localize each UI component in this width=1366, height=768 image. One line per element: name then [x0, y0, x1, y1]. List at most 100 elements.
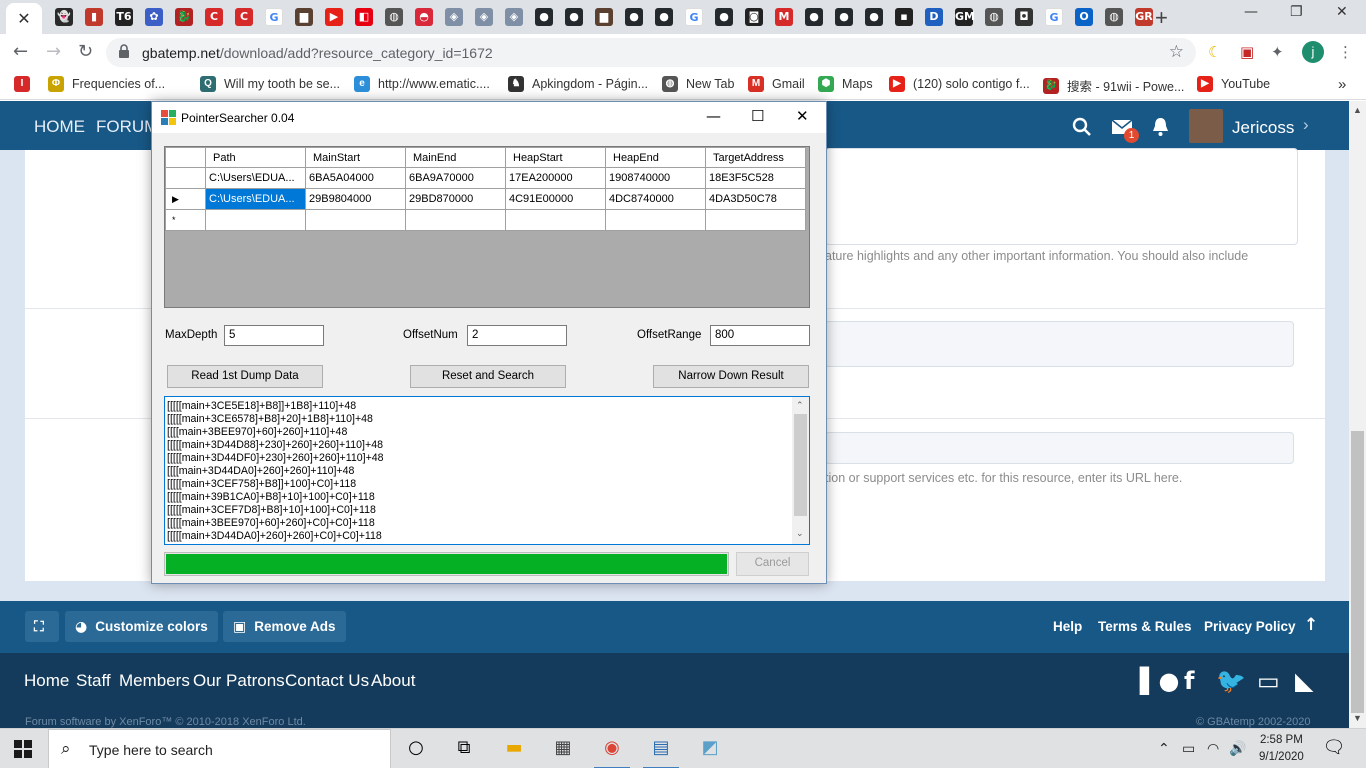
- reset-search-button[interactable]: Reset and Search: [410, 365, 566, 388]
- bookmark-item[interactable]: M Gmail: [748, 76, 805, 92]
- table-cell[interactable]: 6BA5A04000: [305, 167, 406, 189]
- scrollbar-thumb[interactable]: [794, 414, 807, 516]
- app-taskbar-icon[interactable]: ◩: [698, 737, 722, 761]
- taskbar-search-box[interactable]: ⌕ Type here to search: [48, 729, 391, 768]
- github-icon[interactable]: ●: [655, 8, 673, 26]
- twitch-icon[interactable]: ▭: [1257, 667, 1280, 695]
- tray-chevron-icon[interactable]: ⌃: [1158, 741, 1170, 757]
- c-red-icon[interactable]: C: [205, 8, 223, 26]
- task-view-icon[interactable]: ⧉: [452, 737, 476, 761]
- arrow-up-icon[interactable]: ↑: [1304, 615, 1318, 635]
- table-cell[interactable]: [605, 209, 706, 231]
- globe-icon[interactable]: ◍: [1105, 8, 1123, 26]
- terms-link[interactable]: Terms & Rules: [1098, 619, 1192, 634]
- table-cell[interactable]: 1908740000: [605, 167, 706, 189]
- scroll-up-icon[interactable]: ▲: [1353, 105, 1362, 115]
- bookmark-item[interactable]: ▶ YouTube: [1197, 76, 1270, 92]
- table-cell[interactable]: [305, 209, 406, 231]
- table-cell[interactable]: 4DA3D50C78: [705, 188, 806, 210]
- remove-ads-button[interactable]: ▣ Remove Ads: [223, 611, 346, 642]
- globe-icon[interactable]: ◍: [385, 8, 403, 26]
- results-textbox[interactable]: [[[[[main+3CE5E18]+B8]]+1B8]+110]+48[[[[…: [164, 396, 810, 545]
- github-icon[interactable]: ●: [565, 8, 583, 26]
- table-cell[interactable]: [405, 209, 506, 231]
- minimize-icon[interactable]: —: [706, 107, 721, 125]
- bookmark-item[interactable]: I: [14, 76, 38, 92]
- row-marker-arrow-icon[interactable]: ▶: [165, 188, 206, 210]
- minimize-icon[interactable]: —: [1244, 4, 1258, 20]
- cortana-icon[interactable]: ○: [404, 737, 428, 761]
- table-cell-selected[interactable]: C:\Users\EDUA...: [205, 188, 306, 210]
- read-dump-button[interactable]: Read 1st Dump Data: [167, 365, 323, 388]
- forward-icon[interactable]: →: [46, 41, 61, 62]
- windows-start-icon[interactable]: [14, 740, 32, 758]
- patreon-icon[interactable]: ▌●: [1140, 667, 1179, 695]
- table-cell[interactable]: [505, 209, 606, 231]
- bookmark-item[interactable]: ◍ New Tab: [662, 76, 734, 92]
- window-titlebar[interactable]: PointerSearcher 0.04 — ☐ ✕: [152, 102, 826, 133]
- footer-home-link[interactable]: Home: [24, 671, 69, 691]
- new-tab-button[interactable]: +: [1155, 5, 1168, 31]
- table-cell[interactable]: C:\Users\EDUA...: [205, 167, 306, 189]
- calculator-icon[interactable]: ▦: [551, 737, 575, 761]
- table-cell[interactable]: 6BA9A70000: [405, 167, 506, 189]
- footer-patrons-link[interactable]: Our Patrons: [193, 671, 285, 691]
- scrollbar-thumb[interactable]: [1351, 431, 1364, 713]
- github-icon[interactable]: ●: [865, 8, 883, 26]
- nav-home-link[interactable]: HOME: [34, 117, 85, 137]
- table-cell[interactable]: 4C91E00000: [505, 188, 606, 210]
- github-icon[interactable]: ●: [715, 8, 733, 26]
- textarea-field[interactable]: [825, 321, 1294, 367]
- gbatemp-icon[interactable]: ◈: [445, 8, 463, 26]
- clock[interactable]: 2:58 PM 9/1/2020: [1259, 732, 1304, 766]
- rss-icon[interactable]: ◣: [1295, 667, 1313, 695]
- max-depth-input[interactable]: 5: [224, 325, 324, 346]
- column-header[interactable]: HeapEnd: [605, 147, 706, 168]
- url-field[interactable]: [825, 432, 1294, 464]
- ghost-icon[interactable]: 👻: [55, 8, 73, 26]
- narrow-down-button[interactable]: Narrow Down Result: [653, 365, 809, 388]
- monster-icon[interactable]: ◘: [1015, 8, 1033, 26]
- github-icon[interactable]: ●: [835, 8, 853, 26]
- column-header[interactable]: MainEnd: [405, 147, 506, 168]
- outlook-icon[interactable]: O: [1075, 8, 1093, 26]
- column-header[interactable]: HeapStart: [505, 147, 606, 168]
- dragon-icon[interactable]: 🐉: [175, 8, 193, 26]
- bookmark-item[interactable]: e http://www.ematic....: [354, 76, 490, 92]
- youtube-icon[interactable]: ▶: [325, 8, 343, 26]
- new-row-marker[interactable]: *: [165, 209, 206, 231]
- table-cell[interactable]: [705, 209, 806, 231]
- github-icon[interactable]: ●: [535, 8, 553, 26]
- bookmark-item[interactable]: Φ Frequencies of...: [48, 76, 165, 92]
- footer-staff-link[interactable]: Staff: [76, 671, 111, 691]
- bookmark-item[interactable]: Q Will my tooth be se...: [200, 76, 340, 92]
- game-box-icon[interactable]: ▆: [595, 8, 613, 26]
- page-scrollbar[interactable]: ▲ ▼: [1349, 101, 1366, 728]
- table-row-selected[interactable]: ▶ C:\Users\EDUA... 29B9804000 29BD870000…: [165, 188, 806, 210]
- bookmark-star-icon[interactable]: ☆: [1169, 42, 1184, 62]
- offset-range-input[interactable]: 800: [710, 325, 810, 346]
- footer-about-link[interactable]: About: [371, 671, 415, 691]
- column-header[interactable]: TargetAddress: [705, 147, 806, 168]
- google-icon[interactable]: G: [265, 8, 283, 26]
- google-icon[interactable]: G: [1045, 8, 1063, 26]
- t6-icon[interactable]: T6: [115, 8, 133, 26]
- bell-icon[interactable]: [1151, 117, 1170, 137]
- customize-colors-button[interactable]: ◕ Customize colors: [65, 611, 218, 642]
- back-icon[interactable]: ←: [13, 41, 28, 62]
- file-explorer-icon[interactable]: ▬: [502, 737, 526, 761]
- table-cell[interactable]: 18E3F5C528: [705, 167, 806, 189]
- notifications-icon[interactable]: 🗨: [1322, 737, 1346, 761]
- gbatemp-icon[interactable]: ◈: [505, 8, 523, 26]
- bookmark-item[interactable]: ⬢ Maps: [818, 76, 873, 92]
- footer-contact-link[interactable]: Contact Us: [285, 671, 369, 691]
- bookmark-item[interactable]: ▶ (120) solo contigo f...: [889, 76, 1030, 92]
- table-cell[interactable]: 29B9804000: [305, 188, 406, 210]
- description-editor[interactable]: [825, 148, 1298, 245]
- new-row[interactable]: *: [165, 209, 806, 231]
- results-scrollbar[interactable]: ⌃ ⌄: [792, 397, 809, 544]
- switch-icon[interactable]: ◧: [355, 8, 373, 26]
- table-row[interactable]: C:\Users\EDUA... 6BA5A04000 6BA9A70000 1…: [165, 167, 806, 189]
- table-cell[interactable]: [205, 209, 306, 231]
- maximize-icon[interactable]: ☐: [751, 107, 764, 125]
